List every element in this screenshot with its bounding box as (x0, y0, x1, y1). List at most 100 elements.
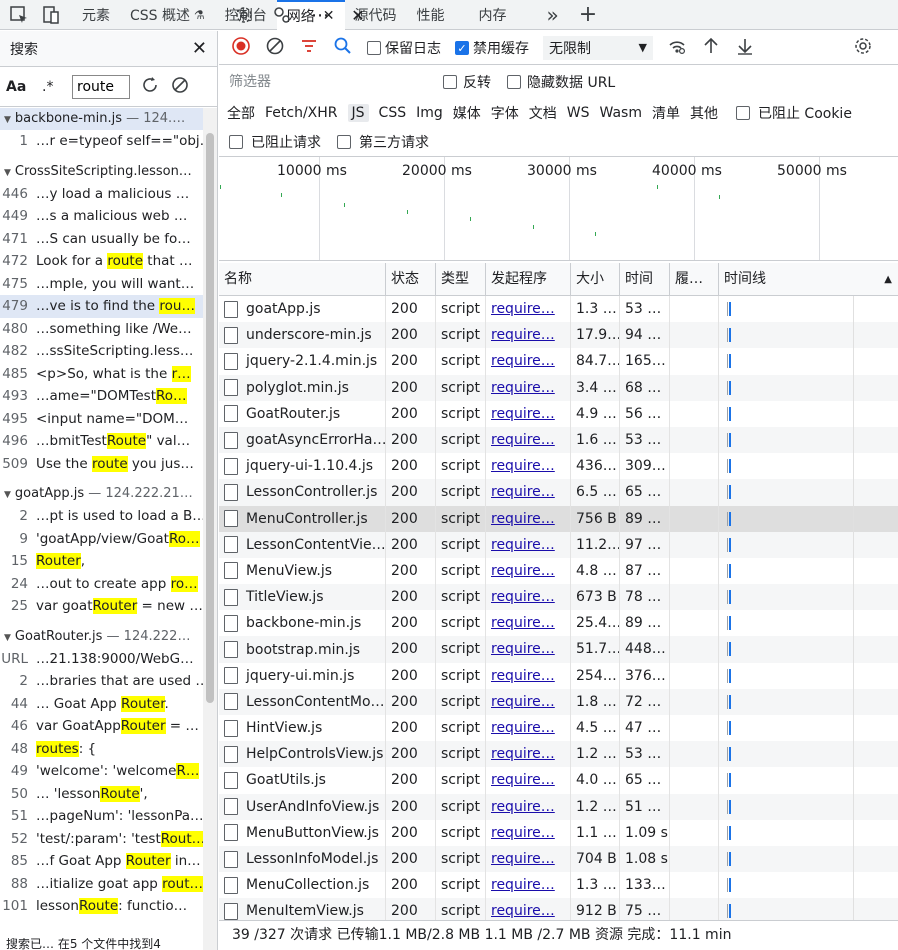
checkbox-box[interactable] (443, 75, 457, 89)
type-filter-[interactable]: 字体 (491, 103, 519, 123)
initiator-link[interactable]: require… (491, 720, 555, 736)
search-match-row[interactable]: 472 Look for a route that … (0, 250, 203, 273)
type-filter-[interactable]: 其他 (690, 103, 718, 123)
search-match-row[interactable]: 24 …out to create app ro… (0, 573, 203, 596)
type-filter-fetchxhr[interactable]: Fetch/XHR (265, 105, 338, 121)
search-match-row[interactable]: 2 …pt is used to load a B… (0, 505, 203, 528)
checkbox-box[interactable] (735, 106, 750, 120)
expand-triangle-icon[interactable]: ▼ (4, 115, 11, 125)
type-filter-[interactable]: 全部 (227, 103, 255, 123)
search-input[interactable] (72, 74, 130, 99)
close-devtools-icon[interactable]: ✕ (345, 2, 371, 28)
initiator-link[interactable]: require… (491, 537, 555, 553)
preserve-log-checkbox[interactable]: 保留日志 (367, 38, 441, 58)
search-match-row[interactable]: URL …21.138:9000/WebG… (0, 648, 203, 671)
col-size[interactable]: 大小 (571, 263, 620, 295)
request-row[interactable]: UserAndInfoView.js 200 script require… 1.2 …… (219, 793, 898, 820)
clear-search-icon[interactable] (170, 75, 190, 99)
initiator-link[interactable]: require… (491, 511, 555, 527)
col-fulfilled[interactable]: 履… (670, 263, 719, 295)
search-match-row[interactable]: 471 …S can usually be fo… (0, 228, 203, 251)
blocked-cookies-checkbox[interactable]: 已阻止 Cookie (735, 103, 852, 123)
search-match-row[interactable]: 85 …f Goat App Router in… (0, 850, 203, 873)
search-file-header[interactable]: ▼ goatApp.js — 124.222.21… (0, 483, 203, 505)
request-row[interactable]: HelpControlsView.js 200 script require… 1.2 … (219, 741, 898, 768)
initiator-link[interactable]: require… (491, 772, 555, 788)
initiator-link[interactable]: require… (491, 301, 555, 317)
request-row[interactable]: LessonContentMo… 200 script require… 1.8 … 72… (219, 688, 898, 715)
search-match-row[interactable]: 446 …y load a malicious … (0, 183, 203, 206)
search-match-row[interactable]: 485 <p>So, what is the r… (0, 363, 203, 386)
type-filter-[interactable]: 清单 (652, 103, 680, 123)
type-filter-wasm[interactable]: Wasm (600, 105, 642, 121)
request-row[interactable]: LessonInfoModel.js 200 script require… 704 B… (219, 845, 898, 873)
search-match-row[interactable]: 9 'goatApp/view/GoatRo… (0, 528, 203, 551)
initiator-link[interactable]: require… (491, 353, 555, 369)
type-filter-ws[interactable]: WS (567, 105, 590, 121)
request-row[interactable]: goatApp.js 200 script require… 1.3 … 53 … (219, 296, 898, 323)
initiator-link[interactable]: require… (491, 641, 555, 657)
settings-gear-icon[interactable] (231, 2, 257, 28)
initiator-link[interactable]: require… (491, 746, 555, 762)
request-row[interactable]: jquery-ui-1.10.4.js 200 script require… 436…… (219, 453, 898, 480)
search-match-row[interactable]: 52 'test/:param': 'testRout… (0, 828, 203, 851)
col-time[interactable]: 时间 (620, 263, 670, 295)
request-row[interactable]: MenuButtonView.js 200 script require… 1.1 … 1… (219, 819, 898, 846)
search-file-header[interactable]: ▼ CrossSiteScripting.lesson… (0, 161, 203, 183)
initiator-link[interactable]: require… (491, 563, 555, 579)
initiator-link[interactable]: require… (491, 694, 555, 710)
type-filter-[interactable]: 媒体 (453, 103, 481, 123)
checkbox-box[interactable] (507, 75, 521, 89)
initiator-link[interactable]: require… (491, 406, 555, 422)
invert-checkbox[interactable]: 反转 (443, 72, 491, 92)
tab-css-overview[interactable]: CSS 概述 ⚗ (120, 0, 215, 30)
request-row[interactable]: goatAsyncErrorHa… 200 script require… 1.6 … 5… (219, 426, 898, 454)
search-icon[interactable] (333, 36, 353, 60)
search-match-row[interactable]: 25 var goatRouter = new … (0, 595, 203, 618)
tab-elements[interactable]: 元素 (72, 0, 120, 30)
initiator-link[interactable]: require… (491, 877, 555, 893)
request-row[interactable]: GoatRouter.js 200 script require… 4.9 … 56 … (219, 400, 898, 427)
type-filter-css[interactable]: CSS (379, 105, 407, 121)
request-row[interactable]: underscore-min.js 200 script require… 17.9… 9… (219, 322, 898, 349)
type-filter-img[interactable]: Img (416, 105, 443, 121)
search-match-row[interactable]: 46 var GoatAppRouter = … (0, 715, 203, 738)
initiator-link[interactable]: require… (491, 380, 555, 396)
device-emulation-icon[interactable] (38, 2, 64, 28)
search-match-row[interactable]: 2 …braries that are used … (0, 670, 203, 693)
network-settings-gear-icon[interactable] (853, 36, 873, 60)
initiator-link[interactable]: require… (491, 668, 555, 684)
request-row[interactable]: jquery-2.1.4.min.js 200 script require… 84.7… (219, 348, 898, 375)
disable-cache-checkbox[interactable]: ✓ 禁用缓存 (455, 38, 529, 58)
blocked-requests-checkbox[interactable]: 已阻止请求 (229, 132, 321, 152)
checkbox-box[interactable] (337, 134, 351, 149)
search-match-row[interactable]: 49 'welcome': 'welcomeR… (0, 760, 203, 783)
expand-triangle-icon[interactable]: ▼ (4, 168, 11, 178)
request-row[interactable]: MenuView.js 200 script require… 4.8 … 87 … (219, 557, 898, 585)
request-row[interactable]: polyglot.min.js 200 script require… 3.4 … 68 … (219, 374, 898, 401)
request-row[interactable]: bootstrap.min.js 200 script require… 51.7… 44… (219, 636, 898, 663)
hide-data-urls-checkbox[interactable]: 隐藏数据 URL (507, 72, 615, 92)
initiator-link[interactable]: require… (491, 903, 555, 919)
search-match-row[interactable]: 15 Router, (0, 550, 203, 573)
request-row[interactable]: jquery-ui.min.js 200 script require… 254… 376… (219, 662, 898, 689)
network-conditions-icon[interactable] (667, 36, 687, 60)
initiator-link[interactable]: require… (491, 432, 555, 448)
match-case-toggle[interactable]: Aa (6, 79, 32, 95)
initiator-link[interactable]: require… (491, 458, 555, 474)
checkbox-box-checked[interactable]: ✓ (455, 40, 469, 55)
regex-toggle[interactable]: .* (42, 79, 62, 95)
search-match-row[interactable]: 495 <input name="DOM… (0, 408, 203, 431)
search-match-row[interactable]: 50 … 'lessonRoute', (0, 783, 203, 806)
search-match-row[interactable]: 496 …bmitTestRoute" val… (0, 430, 203, 453)
search-match-row[interactable]: 44 … Goat App Router. (0, 693, 203, 716)
type-filter-js[interactable]: JS (347, 104, 369, 122)
col-timeline[interactable]: 时间线 ▲ (719, 263, 898, 295)
checkbox-box[interactable] (229, 134, 243, 149)
search-match-row[interactable]: 51 …pageNum': 'lessonPa… (0, 805, 203, 828)
search-match-row[interactable]: 101 lessonRoute: functio… (0, 895, 203, 918)
col-name[interactable]: 名称 (219, 263, 386, 295)
col-type[interactable]: 类型 (436, 263, 486, 295)
expand-triangle-icon[interactable]: ▼ (4, 633, 11, 643)
customize-icon[interactable] (269, 2, 295, 28)
